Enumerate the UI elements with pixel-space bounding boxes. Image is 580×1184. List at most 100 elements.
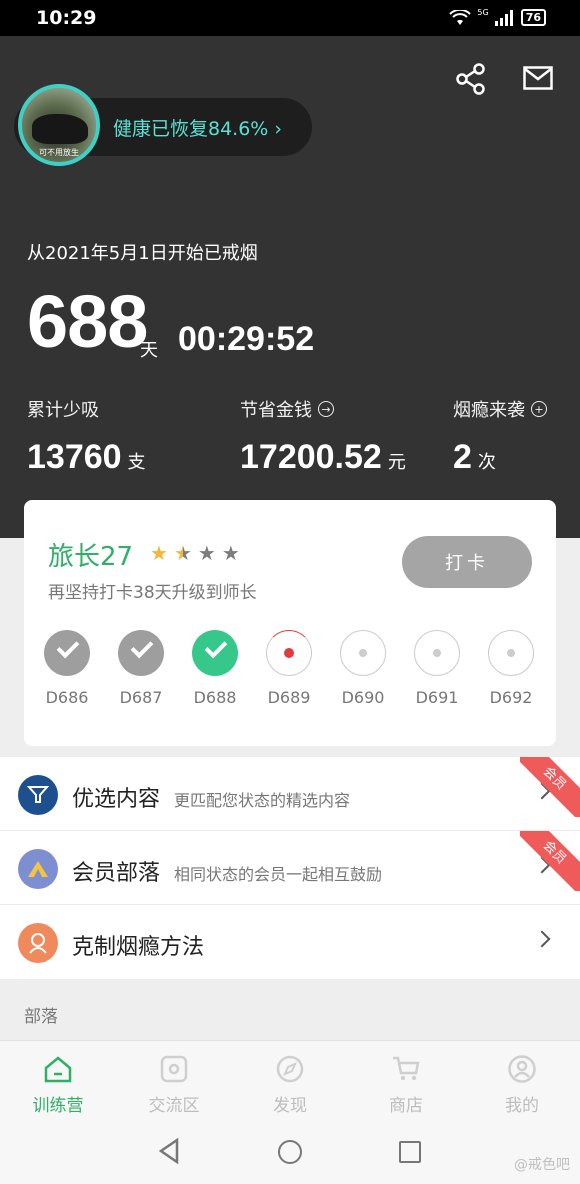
stat-money-saved[interactable]: 节省金钱 → 17200.52 元	[240, 396, 406, 477]
health-recovery-text: 健康已恢复84.6% ›	[113, 118, 283, 140]
avatar-image	[32, 114, 88, 144]
day-item: D686	[30, 630, 104, 707]
menu-subtitle: 相同状态的会员一起相互鼓励	[174, 865, 383, 884]
day-label: D692	[489, 688, 533, 707]
check-icon	[118, 630, 164, 676]
star-half-icon: ★	[173, 541, 192, 565]
stat-value: 13760	[27, 438, 122, 476]
day-label: D690	[341, 688, 385, 707]
wifi-icon	[449, 9, 472, 25]
menu-title: 优选内容	[72, 787, 161, 812]
stat-label: 烟瘾来袭	[453, 400, 525, 421]
tab-training-camp[interactable]: 训练营	[0, 1055, 116, 1116]
star-icon: ★	[150, 541, 168, 565]
chevron-right-icon: ›	[274, 118, 283, 140]
menu-item-member-tribe[interactable]: 会员部落 相同状态的会员一起相互鼓励 会员	[0, 831, 580, 905]
stat-label: 累计少吸	[27, 400, 99, 421]
stat-unit: 支	[127, 452, 146, 473]
dot-icon	[414, 630, 460, 676]
level-card: 旅长27 ★ ★ ★ ★ 再坚持打卡38天升级到师长 打卡 D686 D687 …	[24, 500, 556, 746]
star-icon: ★	[221, 541, 240, 565]
rank-title: 旅长27	[48, 542, 134, 572]
star-icon: ★	[197, 541, 216, 565]
member-ribbon: 会员	[520, 831, 580, 891]
days-count: 688	[27, 280, 148, 363]
share-icon[interactable]	[454, 62, 488, 96]
bottom-nav: 训练营 交流区 发现 商店 我的	[0, 1040, 580, 1116]
elapsed-timer: 00:29:52	[178, 320, 315, 358]
day-label: D687	[119, 688, 163, 707]
stat-value: 17200.52	[240, 438, 382, 476]
status-bar: 10:29 5G 76	[0, 0, 580, 36]
day-label: D691	[415, 688, 459, 707]
menu-subtitle: 更匹配您状态的精选内容	[174, 791, 351, 810]
chevron-right-icon	[533, 930, 551, 948]
stat-label: 节省金钱	[240, 400, 312, 421]
stat-unit: 元	[387, 452, 406, 473]
watermark: @戒色吧	[514, 1157, 570, 1173]
quit-since-text: 从2021年5月1日开始已戒烟	[27, 243, 258, 264]
person-bust-icon	[18, 923, 58, 963]
stats-header: 健康已恢复84.6% › 可不用放生 从2021年5月1日开始已戒烟 688 天…	[0, 36, 580, 538]
progress-dot-icon	[266, 630, 312, 676]
tab-label: 商店	[389, 1096, 423, 1116]
day-item: D691	[400, 630, 474, 707]
system-navigation-bar	[0, 1116, 580, 1184]
network-type-label: 5G	[477, 8, 489, 17]
feature-menu: 优选内容 更匹配您状态的精选内容 会员 会员部落 相同状态的会员一起相互鼓励 会…	[0, 757, 580, 979]
status-time: 10:29	[36, 7, 97, 29]
dot-icon	[488, 630, 534, 676]
stat-cigarettes-avoided: 累计少吸 13760 支	[27, 396, 146, 477]
mail-icon[interactable]	[523, 66, 553, 90]
stat-cravings[interactable]: 烟瘾来袭 + 2 次	[453, 396, 547, 477]
day-label: D686	[45, 688, 89, 707]
member-ribbon: 会员	[520, 757, 580, 817]
battery-icon: 76	[520, 9, 546, 26]
home-circle-icon[interactable]	[278, 1140, 302, 1164]
status-icons: 5G 76	[449, 8, 546, 26]
avatar-caption: 可不用放生	[39, 148, 79, 157]
tab-label: 训练营	[32, 1096, 84, 1116]
member-badge: 会员	[520, 757, 580, 817]
back-icon[interactable]	[158, 1138, 180, 1164]
tab-shop[interactable]: 商店	[348, 1055, 464, 1116]
tab-discover[interactable]: 发现	[232, 1055, 348, 1116]
compass-icon	[276, 1055, 304, 1083]
member-badge: 会员	[520, 831, 580, 891]
day-label: D689	[267, 688, 311, 707]
check-icon	[192, 630, 238, 676]
day-item: D688	[178, 630, 252, 707]
menu-title: 会员部落	[72, 861, 161, 886]
rank-stars: ★ ★ ★ ★	[150, 542, 240, 564]
tab-label: 交流区	[148, 1096, 200, 1116]
arrow-right-circle-icon: →	[318, 401, 334, 417]
home-icon	[44, 1056, 72, 1083]
user-icon	[508, 1055, 536, 1083]
day-label: D688	[193, 688, 237, 707]
day-item: D689	[252, 630, 326, 707]
day-item: D687	[104, 630, 178, 707]
tab-label: 我的	[505, 1096, 539, 1116]
day-item: D690	[326, 630, 400, 707]
checkin-button[interactable]: 打卡	[402, 536, 532, 588]
menu-title: 克制烟瘾方法	[72, 935, 205, 960]
avatar[interactable]: 可不用放生	[18, 84, 100, 166]
rank-subtitle: 再坚持打卡38天升级到师长	[48, 583, 257, 603]
section-title-tribe: 部落	[24, 1007, 58, 1027]
tab-profile[interactable]: 我的	[464, 1055, 580, 1116]
tab-label: 发现	[273, 1096, 307, 1116]
days-unit: 天	[140, 340, 158, 361]
tab-community[interactable]: 交流区	[116, 1055, 232, 1116]
recent-apps-icon[interactable]	[399, 1141, 421, 1163]
plus-circle-icon[interactable]: +	[531, 401, 547, 417]
day-item: D692	[474, 630, 548, 707]
cart-icon	[393, 1056, 420, 1081]
check-icon	[44, 630, 90, 676]
stat-unit: 次	[477, 452, 496, 473]
filter-list-icon	[18, 775, 58, 815]
chat-square-icon	[160, 1055, 188, 1083]
menu-item-curated-content[interactable]: 优选内容 更匹配您状态的精选内容 会员	[0, 757, 580, 831]
menu-item-craving-control[interactable]: 克制烟瘾方法	[0, 905, 580, 979]
triangle-tent-icon	[18, 849, 58, 889]
stat-value: 2	[453, 438, 472, 476]
